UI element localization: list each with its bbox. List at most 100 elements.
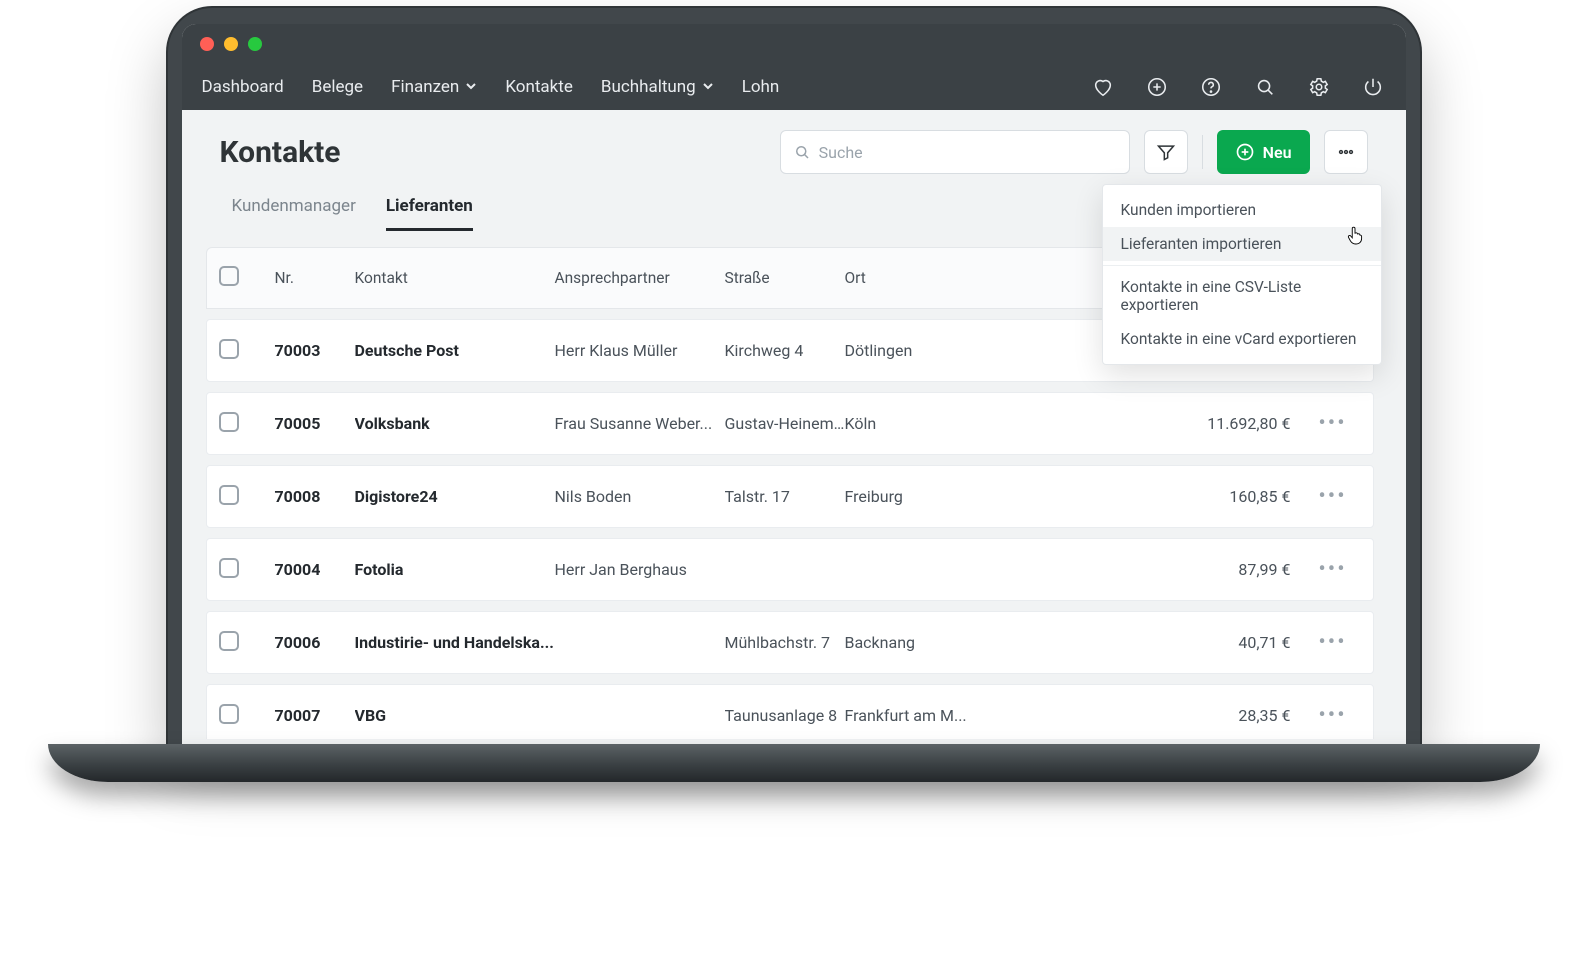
maximize-window-dot[interactable]	[248, 37, 262, 51]
row-more-button[interactable]: •••	[1305, 557, 1361, 582]
cell-nr: 70005	[275, 414, 355, 433]
tab-lieferanten[interactable]: Lieferanten	[386, 196, 473, 231]
laptop-notch	[694, 768, 894, 782]
cursor-hand-icon	[1344, 224, 1366, 251]
page-header: Kontakte Neu	[182, 110, 1406, 174]
cell-ansprech: Nils Boden	[555, 487, 725, 506]
cell-kontakt: Volksbank	[355, 414, 555, 433]
nav-dashboard[interactable]: Dashboard	[202, 77, 284, 97]
page-title: Kontakte	[220, 135, 766, 170]
cell-kontakt: Deutsche Post	[355, 341, 555, 360]
nav-finanzen-label: Finanzen	[391, 77, 459, 97]
col-ansprech[interactable]: Ansprechpartner	[555, 269, 725, 287]
table-row[interactable]: 70008Digistore24Nils BodenTalstr. 17Frei…	[206, 465, 1374, 528]
chevron-down-icon	[702, 77, 714, 97]
cell-amount: 40,71 €	[985, 633, 1305, 652]
row-checkbox[interactable]	[219, 558, 239, 578]
power-icon[interactable]	[1360, 74, 1386, 100]
cell-strasse: Taunusanlage 8	[725, 706, 845, 725]
cell-nr: 70004	[275, 560, 355, 579]
page-body: Kontakte Neu Kundenmanager	[182, 110, 1406, 744]
cell-nr: 70003	[275, 341, 355, 360]
filter-button[interactable]	[1144, 130, 1188, 174]
cell-strasse: Kirchweg 4	[725, 341, 845, 360]
cell-amount: 87,99 €	[985, 560, 1305, 579]
cell-ansprech: Frau Susanne Weber...	[555, 414, 725, 433]
table-row[interactable]: 70005VolksbankFrau Susanne Weber...Gusta…	[206, 392, 1374, 455]
cell-nr: 70008	[275, 487, 355, 506]
more-actions-menu: Kunden importieren Lieferanten importier…	[1102, 184, 1382, 365]
search-input[interactable]	[819, 143, 1117, 162]
table-row[interactable]: 70004FotoliaHerr Jan Berghaus 87,99 €•••	[206, 538, 1374, 601]
table-rows[interactable]: 70003Deutsche PostHerr Klaus MüllerKirch…	[206, 309, 1382, 739]
cell-ort: Freiburg	[845, 487, 985, 506]
col-strasse[interactable]: Straße	[725, 269, 845, 287]
toolbar-divider	[1202, 135, 1203, 169]
cell-ansprech: Herr Klaus Müller	[555, 341, 725, 360]
nav-buchhaltung[interactable]: Buchhaltung	[601, 77, 714, 97]
menu-divider	[1103, 265, 1381, 266]
table-row[interactable]: 70007VBG Taunusanlage 8Frankfurt am M...2…	[206, 684, 1374, 739]
cell-ort: Frankfurt am M...	[845, 706, 985, 725]
favorites-icon[interactable]	[1090, 74, 1116, 100]
cell-ort: Backnang	[845, 633, 985, 652]
search-icon[interactable]	[1252, 74, 1278, 100]
filter-icon	[1156, 142, 1176, 162]
gear-icon[interactable]	[1306, 74, 1332, 100]
col-ort[interactable]: Ort	[845, 269, 985, 287]
ellipsis-icon	[1336, 142, 1356, 162]
row-checkbox[interactable]	[219, 631, 239, 651]
window-traffic-lights	[182, 24, 1406, 64]
chevron-down-icon	[465, 77, 477, 97]
cell-strasse: Talstr. 17	[725, 487, 845, 506]
cell-ort: Köln	[845, 414, 985, 433]
cell-nr: 70006	[275, 633, 355, 652]
search-icon	[793, 143, 811, 161]
cell-amount: 160,85 €	[985, 487, 1305, 506]
tab-kundenmanager[interactable]: Kundenmanager	[232, 196, 356, 231]
row-more-button[interactable]: •••	[1305, 630, 1361, 655]
new-button-label: Neu	[1263, 143, 1292, 162]
row-more-button[interactable]: •••	[1305, 703, 1361, 728]
laptop-frame: Dashboard Belege Finanzen Kontakte Buchh…	[168, 8, 1420, 744]
nav-kontakte[interactable]: Kontakte	[505, 77, 573, 97]
cell-strasse: Gustav-Heinem...	[725, 414, 845, 433]
select-all-checkbox[interactable]	[219, 266, 239, 286]
top-nav: Dashboard Belege Finanzen Kontakte Buchh…	[182, 64, 1406, 110]
row-checkbox[interactable]	[219, 412, 239, 432]
menu-lieferanten-importieren[interactable]: Lieferanten importieren	[1103, 227, 1381, 261]
nav-buchhaltung-label: Buchhaltung	[601, 77, 696, 97]
row-checkbox[interactable]	[219, 485, 239, 505]
nav-finanzen[interactable]: Finanzen	[391, 77, 477, 97]
row-more-button[interactable]: •••	[1305, 411, 1361, 436]
menu-vcard-export[interactable]: Kontakte in eine vCard exportieren	[1103, 322, 1381, 356]
search-box[interactable]	[780, 130, 1130, 174]
cell-ansprech: Herr Jan Berghaus	[555, 560, 725, 579]
close-window-dot[interactable]	[200, 37, 214, 51]
cell-kontakt: Fotolia	[355, 560, 555, 579]
help-icon[interactable]	[1198, 74, 1224, 100]
cell-amount: 11.692,80 €	[985, 414, 1305, 433]
cell-amount: 28,35 €	[985, 706, 1305, 725]
minimize-window-dot[interactable]	[224, 37, 238, 51]
row-more-button[interactable]: •••	[1305, 484, 1361, 509]
row-checkbox[interactable]	[219, 339, 239, 359]
col-kontakt[interactable]: Kontakt	[355, 269, 555, 287]
cell-ort: Dötlingen	[845, 341, 985, 360]
col-nr[interactable]: Nr.	[275, 269, 355, 287]
plus-circle-icon	[1235, 142, 1255, 162]
cell-kontakt: VBG	[355, 706, 555, 725]
menu-csv-export[interactable]: Kontakte in eine CSV-Liste exportieren	[1103, 270, 1381, 322]
cell-kontakt: Industirie- und Handelska...	[355, 633, 555, 652]
screen: Dashboard Belege Finanzen Kontakte Buchh…	[182, 24, 1406, 744]
new-button[interactable]: Neu	[1217, 130, 1310, 174]
nav-lohn[interactable]: Lohn	[742, 77, 780, 97]
nav-belege[interactable]: Belege	[312, 77, 363, 97]
cell-nr: 70007	[275, 706, 355, 725]
cell-strasse: Mühlbachstr. 7	[725, 633, 845, 652]
add-icon[interactable]	[1144, 74, 1170, 100]
row-checkbox[interactable]	[219, 704, 239, 724]
table-row[interactable]: 70006Industirie- und Handelska... Mühlbac…	[206, 611, 1374, 674]
menu-kunden-importieren[interactable]: Kunden importieren	[1103, 193, 1381, 227]
more-actions-button[interactable]	[1324, 130, 1368, 174]
